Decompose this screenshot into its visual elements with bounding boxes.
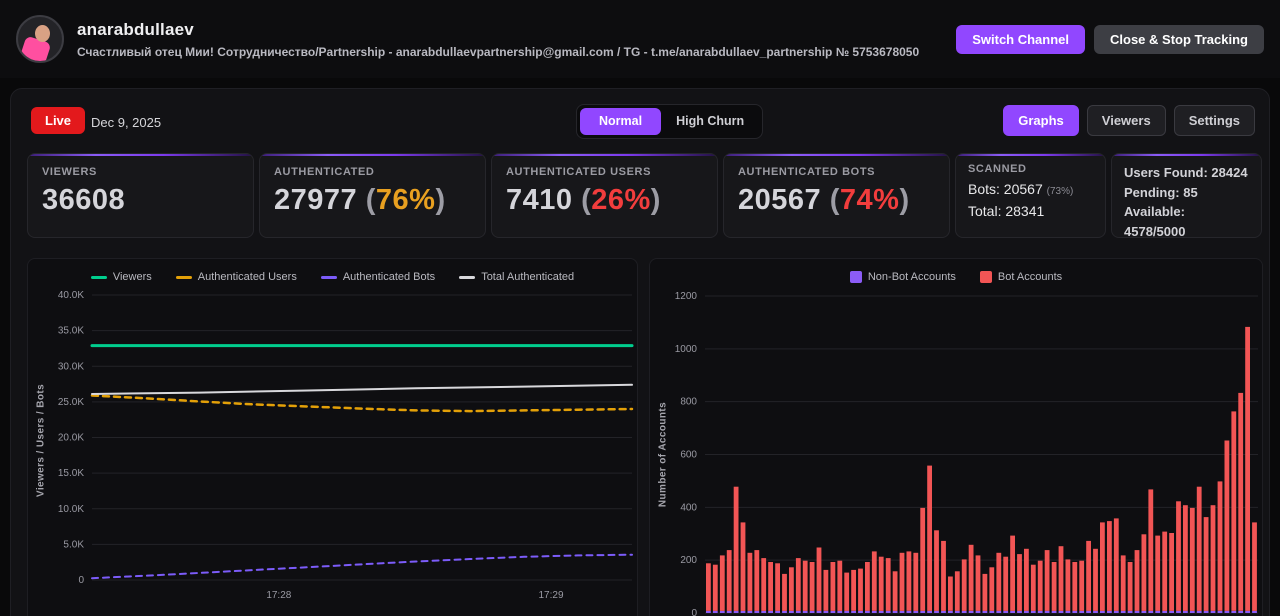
close-stop-tracking-button[interactable]: Close & Stop Tracking <box>1094 24 1264 54</box>
tab-graphs[interactable]: Graphs <box>1003 105 1079 136</box>
stat-label: AUTHENTICATED BOTS <box>738 166 876 178</box>
legend-item-total-authenticated: Total Authenticated <box>459 271 574 283</box>
stat-percent: 74% <box>839 184 900 216</box>
tab-viewers[interactable]: Viewers <box>1086 105 1166 136</box>
stat-value: 20567 (74%) <box>738 184 910 216</box>
svg-text:800: 800 <box>680 397 697 408</box>
stat-card-scanned: SCANNED Bots: 20567 (73%) Total: 28341 <box>955 153 1106 238</box>
channel-header: anarabdullaev Счастливый отец Мии! Сотру… <box>0 0 1280 78</box>
svg-text:200: 200 <box>680 555 697 566</box>
switch-channel-button[interactable]: Switch Channel <box>956 24 1086 54</box>
svg-text:10.0K: 10.0K <box>58 504 84 515</box>
stat-percent: 26% <box>591 184 651 216</box>
bar-chart-panel: Non-Bot Accounts Bot Accounts Number of … <box>649 258 1263 616</box>
legend-item-authenticated-users: Authenticated Users <box>175 271 297 283</box>
mode-option-normal[interactable]: Normal <box>580 108 662 135</box>
svg-text:40.0K: 40.0K <box>58 290 84 301</box>
pending-line: Pending: 85 <box>1124 184 1198 200</box>
svg-text:30.0K: 30.0K <box>58 361 84 372</box>
stat-label: AUTHENTICATED USERS <box>506 166 652 178</box>
stat-card-capacity: Users Found: 28424 Pending: 85 Available… <box>1111 153 1262 238</box>
viewers-line-chart: 0 5.0K 10.0K 15.0K 20.0K 25.0K 30.0K 35.0K 40.0K… <box>58 290 634 601</box>
svg-text:0: 0 <box>78 575 84 586</box>
svg-text:17:29: 17:29 <box>538 590 563 601</box>
stat-value: 7410 (26%) <box>506 184 661 216</box>
svg-text:35.0K: 35.0K <box>58 326 84 337</box>
stat-card-viewers: VIEWERS 36608 <box>27 153 254 238</box>
users-found-line: Users Found: 28424 <box>1124 165 1248 180</box>
stream-date: Dec 9, 2025 <box>91 115 162 130</box>
stat-label: SCANNED <box>968 163 1027 175</box>
svg-text:1200: 1200 <box>675 291 698 302</box>
available-line: Available: 4578/5000 <box>1124 204 1186 238</box>
svg-text:1000: 1000 <box>675 344 698 355</box>
dashboard-panel: Live Dec 9, 2025 Normal High Churn Graph… <box>10 88 1270 616</box>
viewers-line-swatch <box>90 275 107 279</box>
stat-label: VIEWERS <box>42 166 97 178</box>
bot-swatch <box>979 271 992 283</box>
stat-value: 36608 <box>42 184 126 216</box>
accounts-bar-chart: 0 200 400 600 800 1000 1200 <box>675 291 1258 616</box>
stat-percent: 76% <box>375 184 436 216</box>
avatar-face-shape <box>35 25 50 42</box>
channel-username: anarabdullaev <box>77 19 194 39</box>
bar-chart-legend: Non-Bot Accounts Bot Accounts <box>650 271 1262 283</box>
channel-avatar <box>16 15 64 63</box>
svg-text:25.0K: 25.0K <box>58 397 84 408</box>
legend-item-bot-accounts: Bot Accounts <box>979 271 1062 283</box>
svg-text:0: 0 <box>691 608 697 616</box>
churn-mode-toggle: Normal High Churn <box>576 104 764 139</box>
scanned-bots-line: Bots: 20567 (73%) <box>968 181 1074 197</box>
mode-option-high-churn[interactable]: High Churn <box>661 108 759 135</box>
line-chart-panel: Viewers Authenticated Users Authenticate… <box>27 258 638 616</box>
stat-card-authenticated: AUTHENTICATED 27977 (76%) <box>259 153 486 238</box>
svg-text:400: 400 <box>680 502 697 513</box>
auth-users-line-swatch <box>175 275 192 279</box>
tab-settings[interactable]: Settings <box>1173 105 1255 136</box>
legend-item-non-bot-accounts: Non-Bot Accounts <box>849 271 956 283</box>
stat-value: 27977 (76%) <box>274 184 446 216</box>
bar-chart-y-axis-label: Number of Accounts <box>657 401 669 508</box>
svg-text:17:28: 17:28 <box>266 590 291 601</box>
svg-text:5.0K: 5.0K <box>63 539 84 550</box>
channel-description: Счастливый отец Мии! Сотрудничество/Part… <box>77 44 920 59</box>
live-status-badge: Live <box>31 107 86 134</box>
svg-text:20.0K: 20.0K <box>58 433 84 444</box>
svg-text:600: 600 <box>680 450 697 461</box>
line-chart-y-axis-label: Viewers / Users / Bots <box>35 383 47 498</box>
stat-cards-row: VIEWERS 36608 AUTHENTICATED 27977 (76%) … <box>27 153 1262 238</box>
line-chart-legend: Viewers Authenticated Users Authenticate… <box>28 271 637 283</box>
controls-row: Live Dec 9, 2025 Normal High Churn Graph… <box>31 104 1255 139</box>
legend-item-viewers: Viewers <box>90 271 152 283</box>
legend-item-authenticated-bots: Authenticated Bots <box>320 271 435 283</box>
view-switcher: Graphs Viewers Settings <box>1003 105 1255 136</box>
svg-text:15.0K: 15.0K <box>58 468 84 479</box>
stat-card-authenticated-bots: AUTHENTICATED BOTS 20567 (74%) <box>723 153 950 238</box>
stat-card-authenticated-users: AUTHENTICATED USERS 7410 (26%) <box>491 153 718 238</box>
non-bot-swatch <box>849 271 862 283</box>
auth-bots-line-swatch <box>320 275 337 279</box>
total-auth-line-swatch <box>459 275 476 279</box>
scanned-total-line: Total: 28341 <box>968 203 1045 219</box>
stat-label: AUTHENTICATED <box>274 166 375 178</box>
